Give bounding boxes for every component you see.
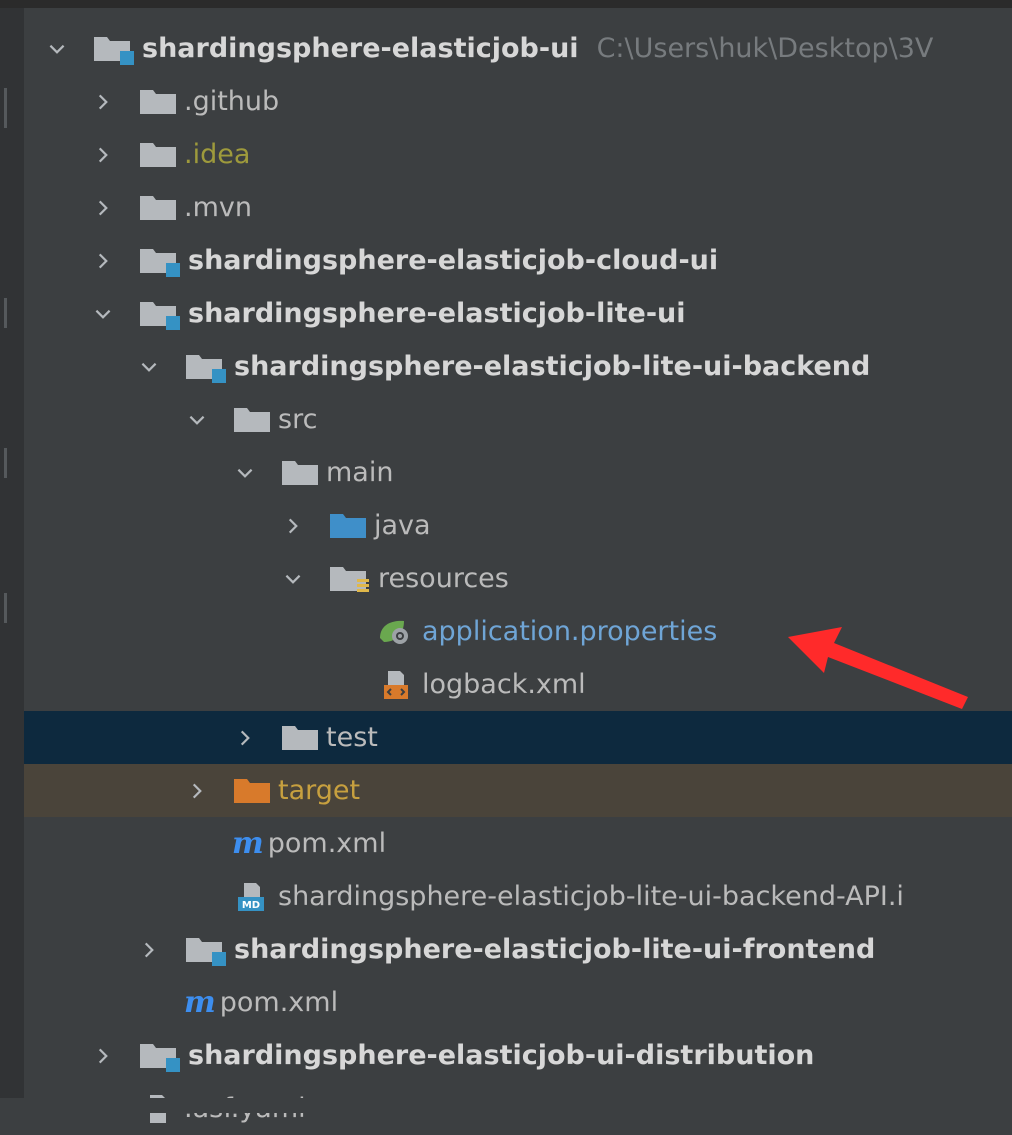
markdown-file-icon: MD bbox=[232, 881, 272, 913]
excluded-folder-icon bbox=[232, 775, 272, 807]
tree-node-distribution[interactable]: shardingsphere-elasticjob-ui-distributio… bbox=[24, 1029, 1012, 1082]
tree-node-label: pom.xml bbox=[267, 828, 387, 859]
tree-node-label: main bbox=[326, 457, 394, 488]
chevron-right-icon[interactable] bbox=[184, 778, 210, 804]
xml-file-icon bbox=[376, 669, 416, 701]
tree-node-java[interactable]: java bbox=[24, 499, 1012, 552]
tree-node-backend[interactable]: shardingsphere-elasticjob-lite-ui-backen… bbox=[24, 340, 1012, 393]
tree-node-lite-pom[interactable]: m pom.xml bbox=[24, 976, 1012, 1029]
tree-node-label: shardingsphere-elasticjob-cloud-ui bbox=[188, 245, 719, 276]
project-tree[interactable]: shardingsphere-elasticjob-ui C:\Users\hu… bbox=[24, 22, 1012, 1135]
tree-node-label: shardingsphere-elasticjob-lite-ui-fronte… bbox=[234, 934, 876, 965]
tree-node-resources[interactable]: resources bbox=[24, 552, 1012, 605]
tree-node-src[interactable]: src bbox=[24, 393, 1012, 446]
chevron-down-icon[interactable] bbox=[280, 566, 306, 592]
chevron-right-icon[interactable] bbox=[90, 1043, 116, 1069]
tree-node-label: logback.xml bbox=[422, 669, 586, 700]
resources-folder-icon bbox=[328, 563, 372, 595]
chevron-down-icon[interactable] bbox=[90, 301, 116, 327]
tree-node-test[interactable]: test bbox=[24, 711, 1012, 764]
tree-node-lite-ui[interactable]: shardingsphere-elasticjob-lite-ui bbox=[24, 287, 1012, 340]
tree-node-cloud-ui[interactable]: shardingsphere-elasticjob-cloud-ui bbox=[24, 234, 1012, 287]
maven-icon: m bbox=[184, 985, 216, 1020]
folder-icon bbox=[138, 139, 178, 171]
tree-node-backend-pom[interactable]: m pom.xml bbox=[24, 817, 1012, 870]
chevron-right-icon[interactable] bbox=[90, 195, 116, 221]
tree-node-label: pom.xml bbox=[219, 987, 339, 1018]
tree-node-label: shardingsphere-elasticjob-ui-distributio… bbox=[188, 1040, 815, 1071]
tree-node-mvn[interactable]: .mvn bbox=[24, 181, 1012, 234]
tree-node-root[interactable]: shardingsphere-elasticjob-ui C:\Users\hu… bbox=[24, 22, 1012, 75]
chevron-right-icon[interactable] bbox=[90, 89, 116, 115]
chevron-down-icon[interactable] bbox=[184, 407, 210, 433]
tree-node-label: test bbox=[326, 722, 378, 753]
tree-node-label: application.properties bbox=[422, 616, 718, 647]
module-folder-icon bbox=[92, 33, 136, 65]
left-gutter bbox=[0, 8, 24, 1113]
chevron-right-icon[interactable] bbox=[280, 513, 306, 539]
folder-icon bbox=[138, 86, 178, 118]
chevron-down-icon[interactable] bbox=[136, 354, 162, 380]
module-folder-icon bbox=[138, 298, 182, 330]
tree-node-label: target bbox=[278, 775, 361, 806]
chevron-right-icon[interactable] bbox=[90, 248, 116, 274]
project-path: C:\Users\huk\Desktop\3V bbox=[596, 33, 934, 64]
tree-node-idea[interactable]: .idea bbox=[24, 128, 1012, 181]
tree-node-label: resources bbox=[378, 563, 509, 594]
annotation-arrow-icon bbox=[788, 627, 968, 709]
chevron-right-icon[interactable] bbox=[232, 725, 258, 751]
tree-node-github[interactable]: .github bbox=[24, 75, 1012, 128]
module-folder-icon bbox=[138, 245, 182, 277]
bottom-edge bbox=[0, 1098, 1012, 1113]
tree-node-label: .idea bbox=[184, 139, 251, 170]
tree-node-label: java bbox=[374, 510, 431, 541]
top-edge bbox=[0, 0, 1012, 8]
spring-properties-icon bbox=[376, 616, 416, 648]
tree-node-label: .mvn bbox=[184, 192, 252, 223]
chevron-right-icon[interactable] bbox=[90, 142, 116, 168]
tree-node-label: src bbox=[278, 404, 318, 435]
module-folder-icon bbox=[184, 934, 228, 966]
folder-icon bbox=[232, 404, 272, 436]
tree-node-label: .github bbox=[184, 86, 280, 117]
chevron-right-icon[interactable] bbox=[136, 937, 162, 963]
folder-icon bbox=[138, 192, 178, 224]
module-folder-icon bbox=[184, 351, 228, 383]
folder-icon bbox=[280, 722, 320, 754]
svg-text:MD: MD bbox=[242, 900, 260, 911]
folder-icon bbox=[280, 457, 320, 489]
tree-node-label: shardingsphere-elasticjob-lite-ui-backen… bbox=[278, 881, 904, 912]
maven-icon: m bbox=[232, 826, 264, 861]
tree-node-main[interactable]: main bbox=[24, 446, 1012, 499]
module-folder-icon bbox=[138, 1040, 182, 1072]
tree-node-target[interactable]: target bbox=[24, 764, 1012, 817]
chevron-down-icon[interactable] bbox=[232, 460, 258, 486]
tree-node-label: shardingsphere-elasticjob-lite-ui bbox=[188, 298, 686, 329]
tree-node-label: shardingsphere-elasticjob-ui bbox=[142, 33, 579, 64]
tree-node-label: shardingsphere-elasticjob-lite-ui-backen… bbox=[234, 351, 871, 382]
source-folder-icon bbox=[328, 510, 368, 542]
chevron-down-icon[interactable] bbox=[44, 36, 70, 62]
tree-node-api-md[interactable]: MD shardingsphere-elasticjob-lite-ui-bac… bbox=[24, 870, 1012, 923]
tree-node-frontend[interactable]: shardingsphere-elasticjob-lite-ui-fronte… bbox=[24, 923, 1012, 976]
